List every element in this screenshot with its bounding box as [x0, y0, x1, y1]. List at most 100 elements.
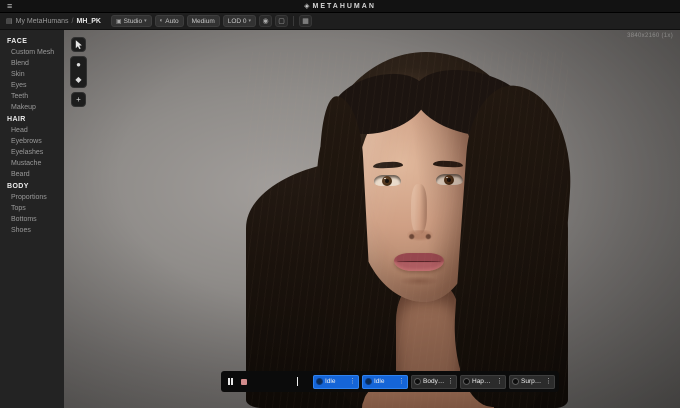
- viewport-stats: 3840x2160 (1x): [627, 33, 673, 39]
- auto-label: Auto: [165, 17, 179, 25]
- top-bar: ≡ ◈ METAHUMAN: [0, 0, 680, 13]
- timeline-scrubber[interactable]: [252, 375, 310, 388]
- main-row: FACE Custom Mesh Blend Skin Eyes Teeth M…: [0, 30, 680, 408]
- tool-palette: ● ◆ +: [70, 37, 87, 107]
- animation-icon: [365, 378, 372, 385]
- section-title-face: FACE: [7, 38, 28, 45]
- blend-tool-button[interactable]: ◆: [71, 72, 86, 87]
- sidebar-item-makeup[interactable]: Makeup: [0, 102, 64, 113]
- metahuman-logo-icon: ◈: [304, 3, 310, 10]
- app-logo: ◈ METAHUMAN: [304, 2, 376, 11]
- viewport-3d[interactable]: 3840x2160 (1x) ● ◆ + Idle ⋮ Idle ⋮ Body …: [64, 30, 680, 408]
- sidebar-item-bottoms[interactable]: Bottoms: [0, 214, 64, 225]
- breadcrumb-root-link[interactable]: My MetaHumans: [16, 18, 69, 25]
- section-title-hair: HAIR: [7, 116, 26, 123]
- sidebar-item-eyelashes[interactable]: Eyelashes: [0, 147, 64, 158]
- animation-slot-label: Idle: [325, 378, 336, 385]
- add-tool-button[interactable]: +: [71, 92, 86, 107]
- expand-button[interactable]: ▢: [275, 15, 289, 27]
- breadcrumb-current: MH_PK: [76, 17, 101, 25]
- sidebar: FACE Custom Mesh Blend Skin Eyes Teeth M…: [0, 30, 64, 408]
- sidebar-item-custom-mesh[interactable]: Custom Mesh: [0, 47, 64, 58]
- animation-slot-label: Body ROM: [423, 378, 445, 385]
- expand-icon: ▢: [278, 18, 285, 25]
- sidebar-item-proportions[interactable]: Proportions: [0, 192, 64, 203]
- animation-slot[interactable]: Idle ⋮: [362, 374, 408, 389]
- left-eye: [374, 175, 401, 186]
- blend-icon: ◆: [75, 75, 82, 84]
- animation-slot-label: Idle: [374, 378, 385, 385]
- right-eye: [436, 174, 463, 185]
- lips: [394, 253, 444, 271]
- sidebar-item-beard[interactable]: Beard: [0, 169, 64, 180]
- animation-slot[interactable]: Body ROM ⋮: [411, 374, 457, 389]
- right-eyebrow: [432, 160, 464, 168]
- quality-button[interactable]: Medium: [186, 15, 220, 27]
- kebab-menu-icon[interactable]: ⋮: [545, 378, 552, 385]
- left-eyebrow: [372, 161, 404, 169]
- animation-bar: Idle ⋮ Idle ⋮ Body ROM ⋮ Happy A ⋮: [221, 371, 559, 392]
- chevron-down-icon: ▾: [144, 18, 147, 24]
- sidebar-item-tops[interactable]: Tops: [0, 203, 64, 214]
- stop-button[interactable]: [239, 375, 250, 388]
- sidebar-item-eyes[interactable]: Eyes: [0, 80, 64, 91]
- studio-environment-button[interactable]: ▣ Studio ▾: [111, 15, 152, 27]
- playhead[interactable]: [297, 377, 299, 386]
- lod-button[interactable]: LOD 0 ▾: [222, 15, 257, 27]
- animation-icon: [463, 378, 470, 385]
- sidebar-item-mustache[interactable]: Mustache: [0, 158, 64, 169]
- metahuman-app: ≡ ◈ METAHUMAN ▤ My MetaHumans / MH_PK ▣ …: [0, 0, 680, 408]
- section-title-body: BODY: [7, 183, 29, 190]
- breadcrumb: ▤ My MetaHumans / MH_PK: [6, 17, 101, 26]
- camera-icon: ◉: [262, 18, 269, 25]
- cursor-icon: [75, 39, 82, 49]
- sidebar-item-head[interactable]: Head: [0, 125, 64, 136]
- toolbar-divider: [293, 16, 295, 26]
- studio-icon: ▣: [116, 18, 122, 25]
- tool-group: ● ◆: [70, 56, 87, 88]
- metahuman-portrait: [64, 30, 680, 408]
- eye-highlight: [384, 177, 386, 179]
- quality-label: Medium: [191, 17, 215, 25]
- sculpt-icon: ●: [76, 60, 81, 69]
- kebab-menu-icon[interactable]: ⋮: [398, 378, 405, 385]
- sidebar-item-eyebrows[interactable]: Eyebrows: [0, 136, 64, 147]
- app-title: METAHUMAN: [312, 2, 376, 10]
- select-tool-button[interactable]: [71, 37, 86, 52]
- eye-highlight: [446, 176, 448, 178]
- kebab-menu-icon[interactable]: ⋮: [349, 378, 356, 385]
- stop-icon: [240, 378, 247, 385]
- pause-icon: [227, 378, 230, 385]
- camera-button[interactable]: ◉: [259, 15, 273, 27]
- sculpt-tool-button[interactable]: ●: [71, 57, 86, 72]
- animation-icon: [414, 378, 421, 385]
- lod-label: LOD 0: [227, 17, 247, 25]
- pupil: [385, 179, 389, 183]
- animation-icon: [512, 378, 519, 385]
- sidebar-item-shoes[interactable]: Shoes: [0, 225, 64, 236]
- chin-shadow: [399, 276, 439, 286]
- sidebar-section-face: FACE Custom Mesh Blend Skin Eyes Teeth M…: [0, 35, 64, 113]
- breadcrumb-separator: /: [71, 17, 74, 25]
- iris: [444, 175, 454, 185]
- sidebar-item-teeth[interactable]: Teeth: [0, 91, 64, 102]
- nose: [411, 184, 427, 234]
- animation-slot[interactable]: Surprise ⋮: [509, 374, 555, 389]
- projects-icon[interactable]: ▤: [6, 17, 13, 25]
- animation-slot[interactable]: Happy A ⋮: [460, 374, 506, 389]
- animation-icon: [316, 378, 323, 385]
- kebab-menu-icon[interactable]: ⋮: [496, 378, 503, 385]
- pupil: [447, 178, 451, 182]
- animation-slot[interactable]: Idle ⋮: [313, 374, 359, 389]
- sidebar-item-skin[interactable]: Skin: [0, 69, 64, 80]
- grid-button[interactable]: ▦: [299, 15, 313, 27]
- iris: [382, 176, 392, 186]
- auto-quality-button[interactable]: ◐ Auto: [154, 15, 184, 27]
- auto-icon: ◐: [159, 18, 164, 24]
- hamburger-menu-icon[interactable]: ≡: [7, 1, 12, 11]
- kebab-menu-icon[interactable]: ⋮: [447, 378, 454, 385]
- nostrils: [407, 230, 433, 241]
- sidebar-item-blend[interactable]: Blend: [0, 58, 64, 69]
- animation-slot-label: Surprise: [521, 378, 543, 385]
- pause-button[interactable]: [225, 375, 236, 388]
